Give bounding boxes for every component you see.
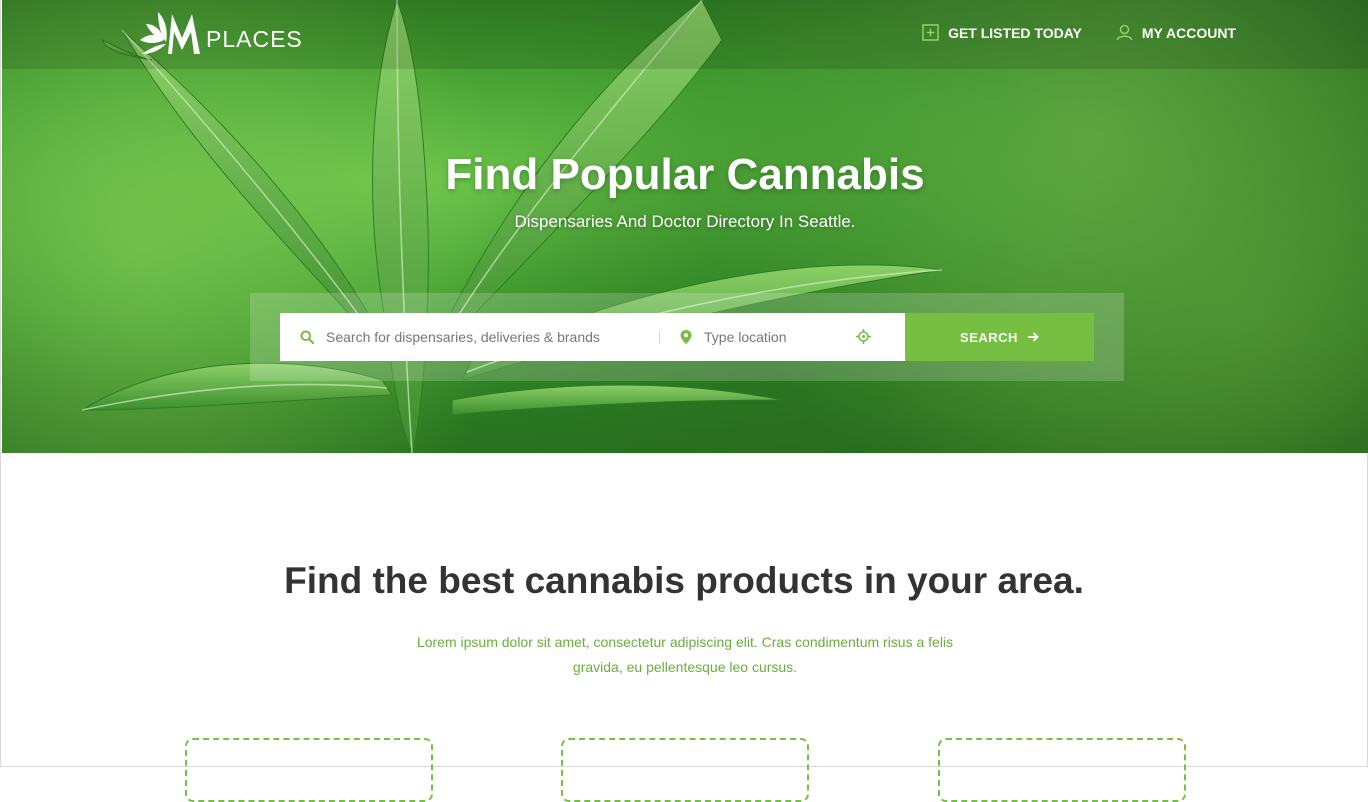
search-button-label: SEARCH: [960, 329, 1018, 345]
hero-title: Find Popular Cannabis: [445, 150, 925, 199]
top-navigation-bar: PLACES GET LISTED TODAY MY ACCOUNT: [2, 0, 1368, 69]
location-field[interactable]: [660, 313, 905, 361]
arrow-right-icon: [1027, 332, 1039, 342]
user-icon: [1116, 24, 1133, 41]
crosshair-icon[interactable]: [856, 329, 871, 344]
search-button[interactable]: SEARCH: [905, 313, 1094, 361]
search-query-field[interactable]: [280, 313, 660, 361]
map-pin-icon: [680, 330, 692, 344]
feature-card[interactable]: [185, 738, 433, 802]
section-description: Lorem ipsum dolor sit amet, consectetur …: [390, 630, 980, 680]
plus-square-icon: [922, 24, 939, 41]
get-listed-label: GET LISTED TODAY: [948, 24, 1082, 41]
feature-card[interactable]: [561, 738, 809, 802]
my-account-label: MY ACCOUNT: [1141, 24, 1236, 41]
header-nav: GET LISTED TODAY MY ACCOUNT: [922, 24, 1236, 41]
logo-text: PLACES: [206, 26, 303, 52]
search-icon: [300, 330, 314, 344]
location-input[interactable]: [702, 328, 846, 346]
hero-subtitle: Dispensaries And Doctor Directory In Sea…: [514, 212, 856, 231]
my-account-link[interactable]: MY ACCOUNT: [1116, 24, 1236, 41]
section-description-line-2: gravida, eu pellentesque leo cursus.: [572, 659, 798, 675]
section-title: Find the best cannabis products in your …: [284, 560, 1084, 601]
search-input[interactable]: [324, 328, 628, 346]
section-description-line-1: Lorem ipsum dolor sit amet, consectetur …: [416, 634, 954, 650]
search-panel: SEARCH: [250, 293, 1124, 381]
hero-banner: PLACES GET LISTED TODAY MY ACCOUNT Find …: [2, 0, 1368, 453]
feature-card[interactable]: [938, 738, 1186, 802]
search-form: [280, 313, 905, 361]
site-logo[interactable]: PLACES: [138, 10, 303, 58]
logo-leaf-m-icon: [140, 12, 200, 54]
get-listed-link[interactable]: GET LISTED TODAY: [922, 24, 1082, 41]
